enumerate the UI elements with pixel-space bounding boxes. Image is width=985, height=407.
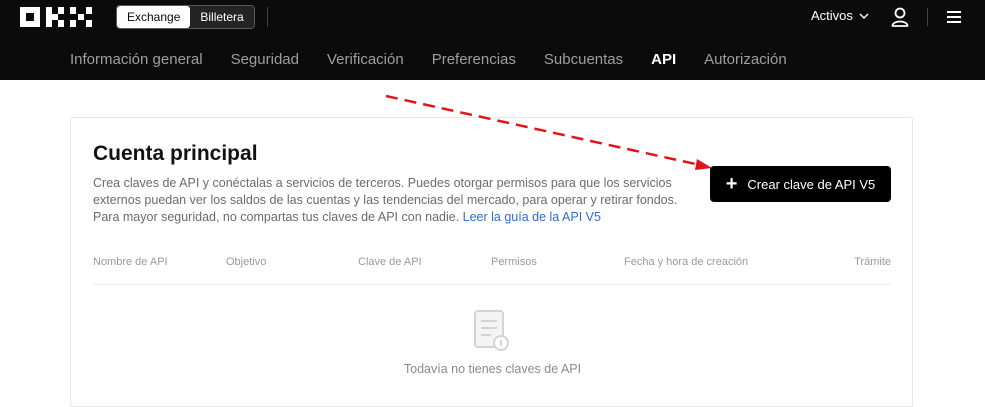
api-description: Crea claves de API y conéctalas a servic… [93, 175, 703, 226]
assets-label: Activos [811, 8, 853, 23]
empty-document-icon [474, 310, 509, 351]
description-line-1: Crea claves de API y conéctalas a servic… [93, 176, 672, 190]
tab-preferences[interactable]: Preferencias [432, 51, 516, 68]
tab-overview[interactable]: Información general [70, 51, 203, 68]
tab-security[interactable]: Seguridad [231, 51, 299, 68]
tab-verification[interactable]: Verificación [327, 51, 404, 68]
create-api-key-button[interactable]: + Crear clave de API V5 [710, 166, 891, 202]
divider [927, 8, 928, 26]
page-title: Cuenta principal [93, 142, 258, 165]
empty-state-text: Todavía no tienes claves de API [403, 362, 582, 376]
column-api-name: Nombre de API [93, 256, 168, 268]
create-api-key-label: Crear clave de API V5 [747, 176, 876, 192]
exchange-wallet-toggle: Exchange Billetera [116, 5, 255, 29]
description-line-2: externos puedan ver los saldos de las cu… [93, 193, 678, 207]
divider [267, 7, 268, 27]
column-api-key: Clave de API [358, 256, 422, 268]
toggle-exchange[interactable]: Exchange [117, 6, 191, 28]
assets-menu[interactable]: Activos [811, 8, 869, 23]
description-line-3: Para mayor seguridad, no compartas tus c… [93, 210, 463, 224]
top-navigation-bar: Exchange Billetera Activos Información g… [0, 0, 985, 80]
tab-api[interactable]: API [651, 51, 676, 68]
table-divider [93, 284, 891, 285]
main-account-card: Cuenta principal Crea claves de API y co… [70, 117, 913, 407]
column-purpose: Objetivo [226, 256, 267, 268]
tab-authorization[interactable]: Autorización [704, 51, 787, 68]
account-subnav: Información general Seguridad Verificaci… [70, 51, 815, 68]
api-table-header: Nombre de API Objetivo Clave de API Perm… [93, 256, 891, 286]
api-guide-link[interactable]: Leer la guía de la API V5 [463, 210, 601, 224]
okx-logo[interactable] [20, 7, 92, 27]
menu-icon[interactable] [947, 11, 961, 23]
user-icon[interactable] [891, 7, 909, 27]
chevron-down-icon [859, 13, 869, 19]
column-permissions: Permisos [491, 256, 537, 268]
column-action: Trámite [854, 256, 891, 268]
plus-icon: + [725, 173, 738, 195]
toggle-wallet[interactable]: Billetera [190, 6, 254, 28]
tab-subaccounts[interactable]: Subcuentas [544, 51, 623, 68]
column-created-at: Fecha y hora de creación [624, 256, 749, 268]
